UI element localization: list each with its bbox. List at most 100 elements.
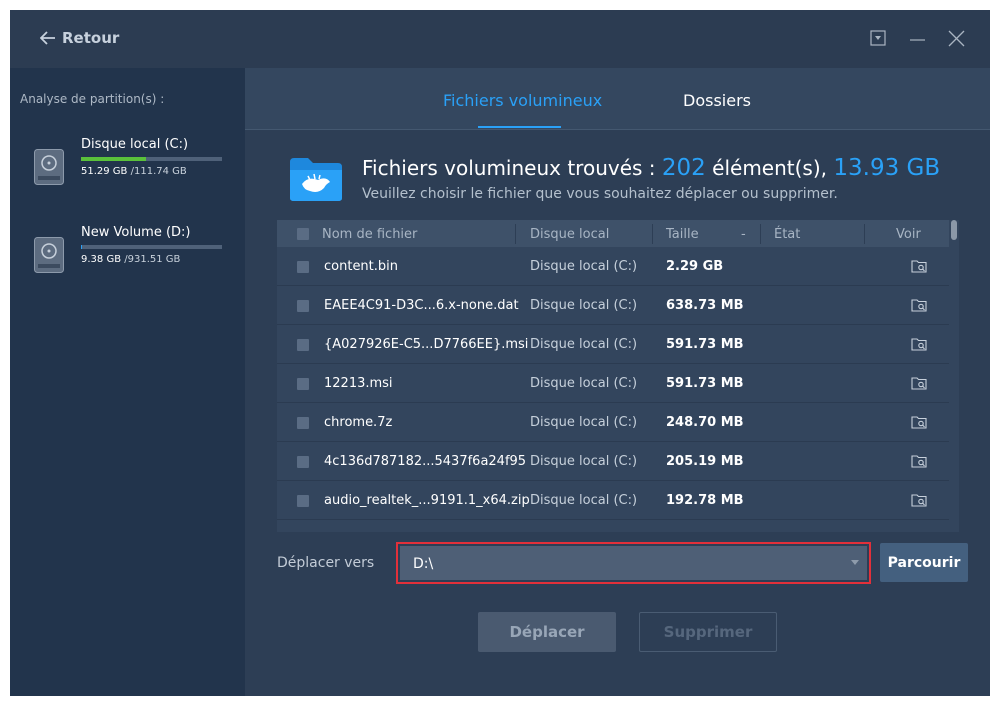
file-name: audio_realtek_...9191.1_x64.zip — [324, 493, 530, 508]
tab-large-files[interactable]: Fichiers volumineux — [443, 91, 602, 110]
file-size: 591.73 MB — [666, 337, 744, 352]
disk-total: /931.51 GB — [124, 254, 181, 265]
file-location: Disque local (C:) — [530, 298, 638, 313]
column-divider — [652, 224, 653, 244]
sidebar-title: Analyse de partition(s) : — [20, 92, 165, 106]
close-button[interactable] — [948, 30, 965, 51]
column-size-header[interactable]: Taille — [666, 227, 699, 242]
summary-prefix: Fichiers volumineux trouvés : — [362, 156, 662, 180]
disk-used: 51.29 GB — [81, 166, 128, 177]
tab-bar: Fichiers volumineux Dossiers — [245, 68, 990, 130]
disk-usage-bar — [81, 245, 222, 249]
disk-total: /111.74 GB — [130, 166, 187, 177]
file-name: 12213.msi — [324, 376, 393, 391]
view-folder-icon[interactable] — [911, 415, 927, 429]
table-row[interactable]: 12213.msi Disque local (C:) 591.73 MB — [277, 364, 949, 403]
hard-drive-icon — [34, 237, 64, 273]
table-row[interactable]: content.bin Disque local (C:) 2.29 GB — [277, 247, 949, 286]
row-checkbox[interactable] — [297, 261, 309, 273]
view-folder-icon[interactable] — [911, 298, 927, 312]
file-size: 205.19 MB — [666, 454, 744, 469]
destination-value: D:\ — [413, 556, 434, 572]
dropdown-box-icon — [870, 30, 886, 46]
select-all-checkbox[interactable] — [297, 228, 309, 240]
file-count: 202 — [661, 155, 706, 181]
table-row[interactable]: EAEE4C91-D3C...6.x-none.dat Disque local… — [277, 286, 949, 325]
chevron-down-icon — [851, 560, 859, 565]
back-label: Retour — [62, 29, 120, 47]
row-checkbox[interactable] — [297, 300, 309, 312]
file-location: Disque local (C:) — [530, 337, 638, 352]
back-button[interactable]: Retour — [40, 29, 119, 47]
destination-highlight: D:\ — [396, 542, 871, 584]
row-checkbox[interactable] — [297, 339, 309, 351]
file-name: content.bin — [324, 259, 399, 274]
tab-folders[interactable]: Dossiers — [683, 91, 751, 110]
view-folder-icon[interactable] — [911, 259, 927, 273]
summary-headline: Fichiers volumineux trouvés : 202 élémen… — [362, 155, 940, 181]
row-checkbox[interactable] — [297, 417, 309, 429]
column-name-header[interactable]: Nom de fichier — [322, 227, 417, 242]
row-checkbox[interactable] — [297, 456, 309, 468]
total-size: 13.93 GB — [833, 155, 941, 181]
disk-name: New Volume (D:) — [81, 225, 191, 240]
browse-button[interactable]: Parcourir — [880, 543, 968, 582]
arrow-left-icon — [40, 31, 55, 45]
delete-button[interactable]: Supprimer — [639, 612, 777, 652]
dropdown-menu-button[interactable] — [870, 30, 886, 50]
disk-usage-fill — [81, 157, 146, 161]
disk-size: 9.38 GB /931.51 GB — [81, 254, 180, 265]
table-header: Nom de fichier Disque local Taille - Éta… — [277, 220, 949, 247]
title-bar: Retour — [10, 10, 990, 68]
view-folder-icon[interactable] — [911, 376, 927, 390]
file-name: EAEE4C91-D3C...6.x-none.dat — [324, 298, 519, 313]
folder-whale-icon — [290, 158, 342, 201]
view-folder-icon[interactable] — [911, 454, 927, 468]
summary-mid: élément(s), — [705, 156, 834, 180]
table-row[interactable]: chrome.7z Disque local (C:) 248.70 MB — [277, 403, 949, 442]
view-folder-icon[interactable] — [911, 493, 927, 507]
file-size: 2.29 GB — [666, 259, 724, 274]
minimize-icon — [910, 39, 925, 41]
column-divider — [515, 224, 516, 244]
summary-subtitle: Veuillez choisir le fichier que vous sou… — [362, 186, 838, 202]
column-state-header[interactable]: État — [774, 227, 800, 242]
column-divider — [864, 224, 865, 244]
file-size: 248.70 MB — [666, 415, 744, 430]
file-name: chrome.7z — [324, 415, 393, 430]
file-size: 192.78 MB — [666, 493, 744, 508]
file-table: Nom de fichier Disque local Taille - Éta… — [277, 220, 959, 532]
table-scrollbar[interactable] — [951, 220, 957, 532]
minimize-button[interactable] — [909, 30, 926, 50]
file-name: {A027926E-C5...D7766EE}.msi — [324, 337, 529, 352]
disk-size: 51.29 GB /111.74 GB — [81, 166, 187, 177]
disk-usage-bar — [81, 157, 222, 161]
row-checkbox[interactable] — [297, 495, 309, 507]
column-location-header[interactable]: Disque local — [530, 227, 609, 242]
main-panel: Fichiers volumineux Dossiers Fichiers vo… — [245, 68, 990, 696]
table-row[interactable]: {A027926E-C5...D7766EE}.msi Disque local… — [277, 325, 949, 364]
sidebar: Analyse de partition(s) : Disque local (… — [10, 68, 245, 696]
scrollbar-thumb[interactable] — [951, 220, 957, 240]
sidebar-item-disk-c[interactable]: Disque local (C:) 51.29 GB /111.74 GB — [34, 137, 234, 187]
file-name: 4c136d787182...5437f6a24f95 — [324, 454, 527, 469]
file-location: Disque local (C:) — [530, 454, 638, 469]
column-view-header: Voir — [896, 227, 921, 242]
table-row[interactable]: audio_realtek_...9191.1_x64.zip Disque l… — [277, 481, 949, 520]
column-divider — [760, 224, 761, 244]
app-window: Retour Analyse de partition(s) : Disque … — [10, 10, 990, 696]
move-button[interactable]: Déplacer — [478, 612, 616, 652]
disk-name: Disque local (C:) — [81, 137, 189, 152]
hard-drive-icon — [34, 149, 64, 185]
file-location: Disque local (C:) — [530, 493, 638, 508]
disk-used: 9.38 GB — [81, 254, 122, 265]
file-location: Disque local (C:) — [530, 376, 638, 391]
sidebar-item-disk-d[interactable]: New Volume (D:) 9.38 GB /931.51 GB — [34, 225, 234, 275]
move-to-label: Déplacer vers — [277, 555, 375, 571]
destination-select[interactable]: D:\ — [400, 546, 867, 580]
row-checkbox[interactable] — [297, 378, 309, 390]
active-tab-indicator — [478, 126, 561, 128]
table-row[interactable]: 4c136d787182...5437f6a24f95 Disque local… — [277, 442, 949, 481]
disk-usage-fill — [81, 245, 83, 249]
view-folder-icon[interactable] — [911, 337, 927, 351]
